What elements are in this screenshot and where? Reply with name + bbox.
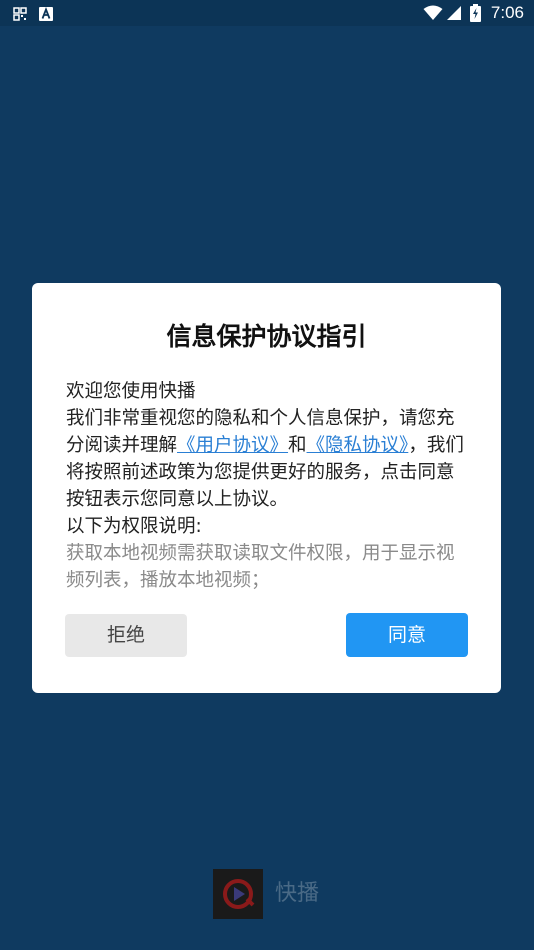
privacy-agreement-link[interactable]: 《隐私协议》 xyxy=(307,435,409,456)
dialog-title: 信息保护协议指引 xyxy=(166,322,367,351)
reject-button[interactable]: 拒绝 xyxy=(65,614,187,657)
signal-icon xyxy=(446,5,462,25)
permission-detail: 获取本地视频需获取读取文件权限，用于显示视频列表，播放本地视频； xyxy=(66,543,455,591)
agreement-paragraph: 我们非常重视您的隐私和个人信息保护，请您充分阅读并理解《用户协议》和《隐私协议》… xyxy=(66,405,471,513)
app-logo xyxy=(213,869,263,919)
status-time: 7:06 xyxy=(490,3,524,22)
permission-heading: 以下为权限说明: xyxy=(66,516,202,537)
keyboard-a-icon xyxy=(39,6,53,25)
user-agreement-link[interactable]: 《用户协议》 xyxy=(177,435,288,456)
privacy-dialog: 信息保护协议指引 欢迎您使用快播 我们非常重视您的隐私和个人信息保护，请您充分阅… xyxy=(32,283,501,693)
battery-charging-icon xyxy=(470,4,481,26)
welcome-text: 欢迎您使用快播 xyxy=(66,381,196,402)
app-logo-icon xyxy=(213,869,263,919)
wifi-icon xyxy=(423,5,443,25)
splash-app-name: 快播 xyxy=(275,881,320,906)
and-text: 和 xyxy=(288,435,307,456)
notification-app-icon xyxy=(13,6,27,25)
dialog-body: 欢迎您使用快播 我们非常重视您的隐私和个人信息保护，请您充分阅读并理解《用户协议… xyxy=(66,378,471,594)
agree-button[interactable]: 同意 xyxy=(346,613,468,657)
status-bar: 7:06 xyxy=(0,0,534,26)
